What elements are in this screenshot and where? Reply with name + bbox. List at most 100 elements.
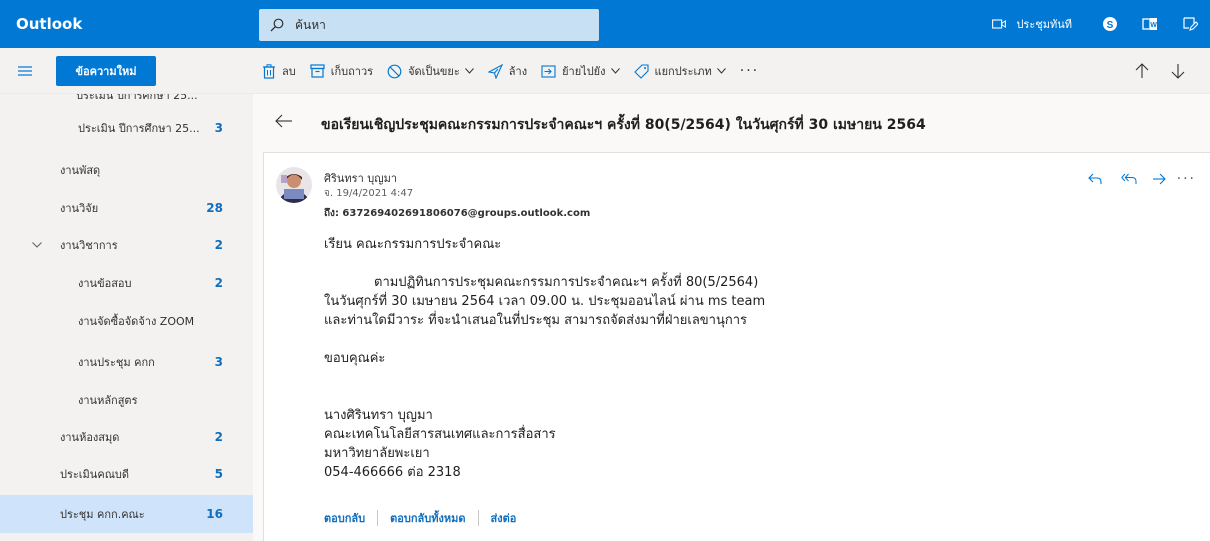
chevron-down-icon bbox=[716, 68, 726, 74]
next-message-icon[interactable] bbox=[1160, 63, 1196, 79]
delete-button[interactable]: ลบ bbox=[262, 62, 296, 80]
folder-pane: ประเมิน ปีการศึกษา 25... ประเมิน ปีการศึ… bbox=[0, 94, 253, 541]
body-line: ตามปฏิทินการประชุมคณะกรรมการประจำคณะฯ คร… bbox=[374, 275, 759, 290]
move-to-label: ย้ายไปยัง bbox=[562, 65, 606, 78]
search-box[interactable]: ค้นหา bbox=[259, 9, 599, 41]
signature-line: มหาวิทยาลัยพะเยา bbox=[324, 446, 430, 461]
folder-item-partial[interactable]: ประเมิน ปีการศึกษา 25... bbox=[76, 94, 198, 104]
unread-count: 3 bbox=[214, 121, 223, 135]
search-placeholder: ค้นหา bbox=[295, 17, 326, 32]
app-brand[interactable]: Outlook bbox=[16, 0, 82, 48]
folder-item[interactable]: งานพัสดุ bbox=[0, 151, 253, 189]
more-commands-button[interactable]: ··· bbox=[740, 63, 759, 79]
sender-name[interactable]: ศิรินทรา บุญมา bbox=[324, 169, 397, 187]
body-greeting: เรียน คณะกรรมการประจำคณะ bbox=[324, 237, 502, 252]
more-actions-icon[interactable]: ··· bbox=[1177, 171, 1196, 187]
folder-item-selected[interactable]: ประชุม คกก.คณะ 16 bbox=[0, 495, 253, 533]
move-to-button[interactable]: ย้ายไปยัง bbox=[541, 62, 620, 80]
avatar[interactable] bbox=[276, 167, 312, 203]
delete-label: ลบ bbox=[282, 65, 296, 78]
recipient-address[interactable]: 637269402691806076@groups.outlook.com bbox=[342, 208, 590, 219]
video-icon bbox=[992, 19, 1007, 29]
new-message-button[interactable]: ข้อความใหม่ bbox=[56, 56, 156, 86]
folder-item[interactable]: งานจัดซื้อจัดจ้าง ZOOM bbox=[0, 302, 253, 340]
folder-label: งานวิจัย bbox=[60, 202, 99, 215]
folder-item[interactable]: ประเมินคณบดี 5 bbox=[0, 455, 253, 493]
previous-message-icon[interactable] bbox=[1124, 63, 1160, 79]
search-icon bbox=[259, 9, 295, 41]
folder-label: ประชุม คกก.คณะ bbox=[60, 508, 145, 521]
reply-links: ตอบกลับ ตอบกลับทั้งหมด ส่งต่อ bbox=[324, 509, 516, 527]
meet-now-label: ประชุมทันที bbox=[1016, 18, 1072, 31]
archive-icon bbox=[310, 64, 325, 78]
reply-all-icon[interactable] bbox=[1117, 169, 1141, 189]
tag-icon bbox=[633, 63, 649, 79]
body-line: และท่านใดมีวาระ ที่จะนำเสนอในที่ประชุม ส… bbox=[324, 313, 748, 328]
categorize-label: แยกประเภท bbox=[654, 65, 712, 78]
meet-now-button[interactable]: ประชุมทันที bbox=[992, 15, 1072, 33]
move-icon bbox=[541, 64, 556, 78]
unread-count: 2 bbox=[214, 430, 223, 444]
categorize-button[interactable]: แยกประเภท bbox=[633, 62, 726, 80]
unread-count: 3 bbox=[214, 355, 223, 369]
chevron-down-icon bbox=[464, 68, 474, 74]
folder-label: งานประชุม คกก bbox=[78, 356, 155, 369]
folder-item[interactable]: งานวิจัย 28 bbox=[0, 189, 253, 227]
folder-label: ประเมินคณบดี bbox=[60, 468, 130, 481]
svg-text:S: S bbox=[1107, 20, 1114, 31]
folder-label: งานวิชาการ bbox=[60, 239, 118, 252]
junk-label: จัดเป็นขยะ bbox=[408, 65, 460, 78]
folder-item[interactable]: งานหลักสูตร bbox=[0, 381, 253, 419]
office-icon[interactable]: W bbox=[1130, 0, 1170, 48]
forward-link[interactable]: ส่งต่อ bbox=[491, 509, 517, 527]
message-card: ศิรินทรา บุญมา จ. 19/4/2021 4:47 ถึง: 63… bbox=[263, 152, 1210, 541]
unread-count: 2 bbox=[214, 276, 223, 290]
folder-item[interactable]: ประเมิน ปีการศึกษา 25... 3 bbox=[0, 109, 253, 147]
divider bbox=[377, 510, 379, 526]
folder-item[interactable]: งานประชุม คกก 3 bbox=[0, 343, 253, 381]
archive-label: เก็บถาวร bbox=[330, 65, 374, 78]
back-arrow-icon[interactable] bbox=[275, 114, 293, 128]
folder-label: งานห้องสมุด bbox=[60, 431, 120, 444]
folder-item[interactable]: งานข้อสอบ 2 bbox=[0, 264, 253, 302]
skype-icon[interactable]: S bbox=[1090, 0, 1130, 48]
recipient-line: ถึง: 637269402691806076@groups.outlook.c… bbox=[324, 206, 590, 221]
sweep-icon bbox=[487, 63, 503, 79]
signature-line: นางศิรินทรา บุญมา bbox=[324, 408, 433, 423]
divider bbox=[477, 510, 479, 526]
chevron-down-icon[interactable] bbox=[32, 242, 42, 248]
unread-count: 28 bbox=[206, 201, 223, 215]
body-line: ในวันศุกร์ที่ 30 เมษายน 2564 เวลา 09.00 … bbox=[324, 294, 766, 309]
sweep-button[interactable]: ล้าง bbox=[487, 62, 528, 80]
hamburger-menu-icon[interactable] bbox=[14, 60, 36, 82]
archive-button[interactable]: เก็บถาวร bbox=[310, 62, 373, 80]
folder-item[interactable]: งานห้องสมุด 2 bbox=[0, 418, 253, 456]
command-bar: ข้อความใหม่ ลบ เก็บถาวร จัดเป็นขยะ ล้าง … bbox=[0, 48, 1210, 94]
sent-date: จ. 19/4/2021 4:47 bbox=[324, 188, 414, 199]
reply-all-link[interactable]: ตอบกลับทั้งหมด bbox=[390, 509, 465, 527]
email-subject: ขอเรียนเชิญประชุมคณะกรรมการประจำคณะฯ ครั… bbox=[321, 117, 926, 133]
to-label: ถึง: bbox=[324, 208, 339, 219]
svg-text:W: W bbox=[1150, 22, 1157, 29]
folder-label: ประเมิน ปีการศึกษา 25... bbox=[78, 122, 200, 135]
reading-pane: ขอเรียนเชิญประชุมคณะกรรมการประจำคณะฯ ครั… bbox=[253, 94, 1210, 541]
reply-icon[interactable] bbox=[1083, 169, 1107, 189]
folder-label: งานข้อสอบ bbox=[78, 277, 132, 290]
signature-line: 054-466666 ต่อ 2318 bbox=[324, 465, 461, 480]
top-bar: Outlook ค้นหา ประชุมทันที S W bbox=[0, 0, 1210, 48]
folder-label: งานจัดซื้อจัดจ้าง ZOOM bbox=[78, 315, 195, 328]
message-actions: ··· bbox=[1081, 169, 1196, 189]
forward-icon[interactable] bbox=[1147, 169, 1171, 189]
folder-label: งานพัสดุ bbox=[60, 164, 101, 177]
folder-item[interactable]: งานวิชาการ 2 bbox=[0, 226, 253, 264]
junk-button[interactable]: จัดเป็นขยะ bbox=[387, 62, 474, 80]
message-body: เรียน คณะกรรมการประจำคณะ ตามปฏิทินการประ… bbox=[324, 235, 765, 482]
body-thanks: ขอบคุณค่ะ bbox=[324, 351, 386, 366]
feedback-icon[interactable] bbox=[1170, 0, 1210, 48]
reply-link[interactable]: ตอบกลับ bbox=[324, 509, 365, 527]
sweep-label: ล้าง bbox=[508, 65, 528, 78]
unread-count: 5 bbox=[214, 467, 223, 481]
trash-icon bbox=[263, 63, 275, 79]
unread-count: 16 bbox=[206, 507, 223, 521]
chevron-down-icon bbox=[610, 68, 620, 74]
